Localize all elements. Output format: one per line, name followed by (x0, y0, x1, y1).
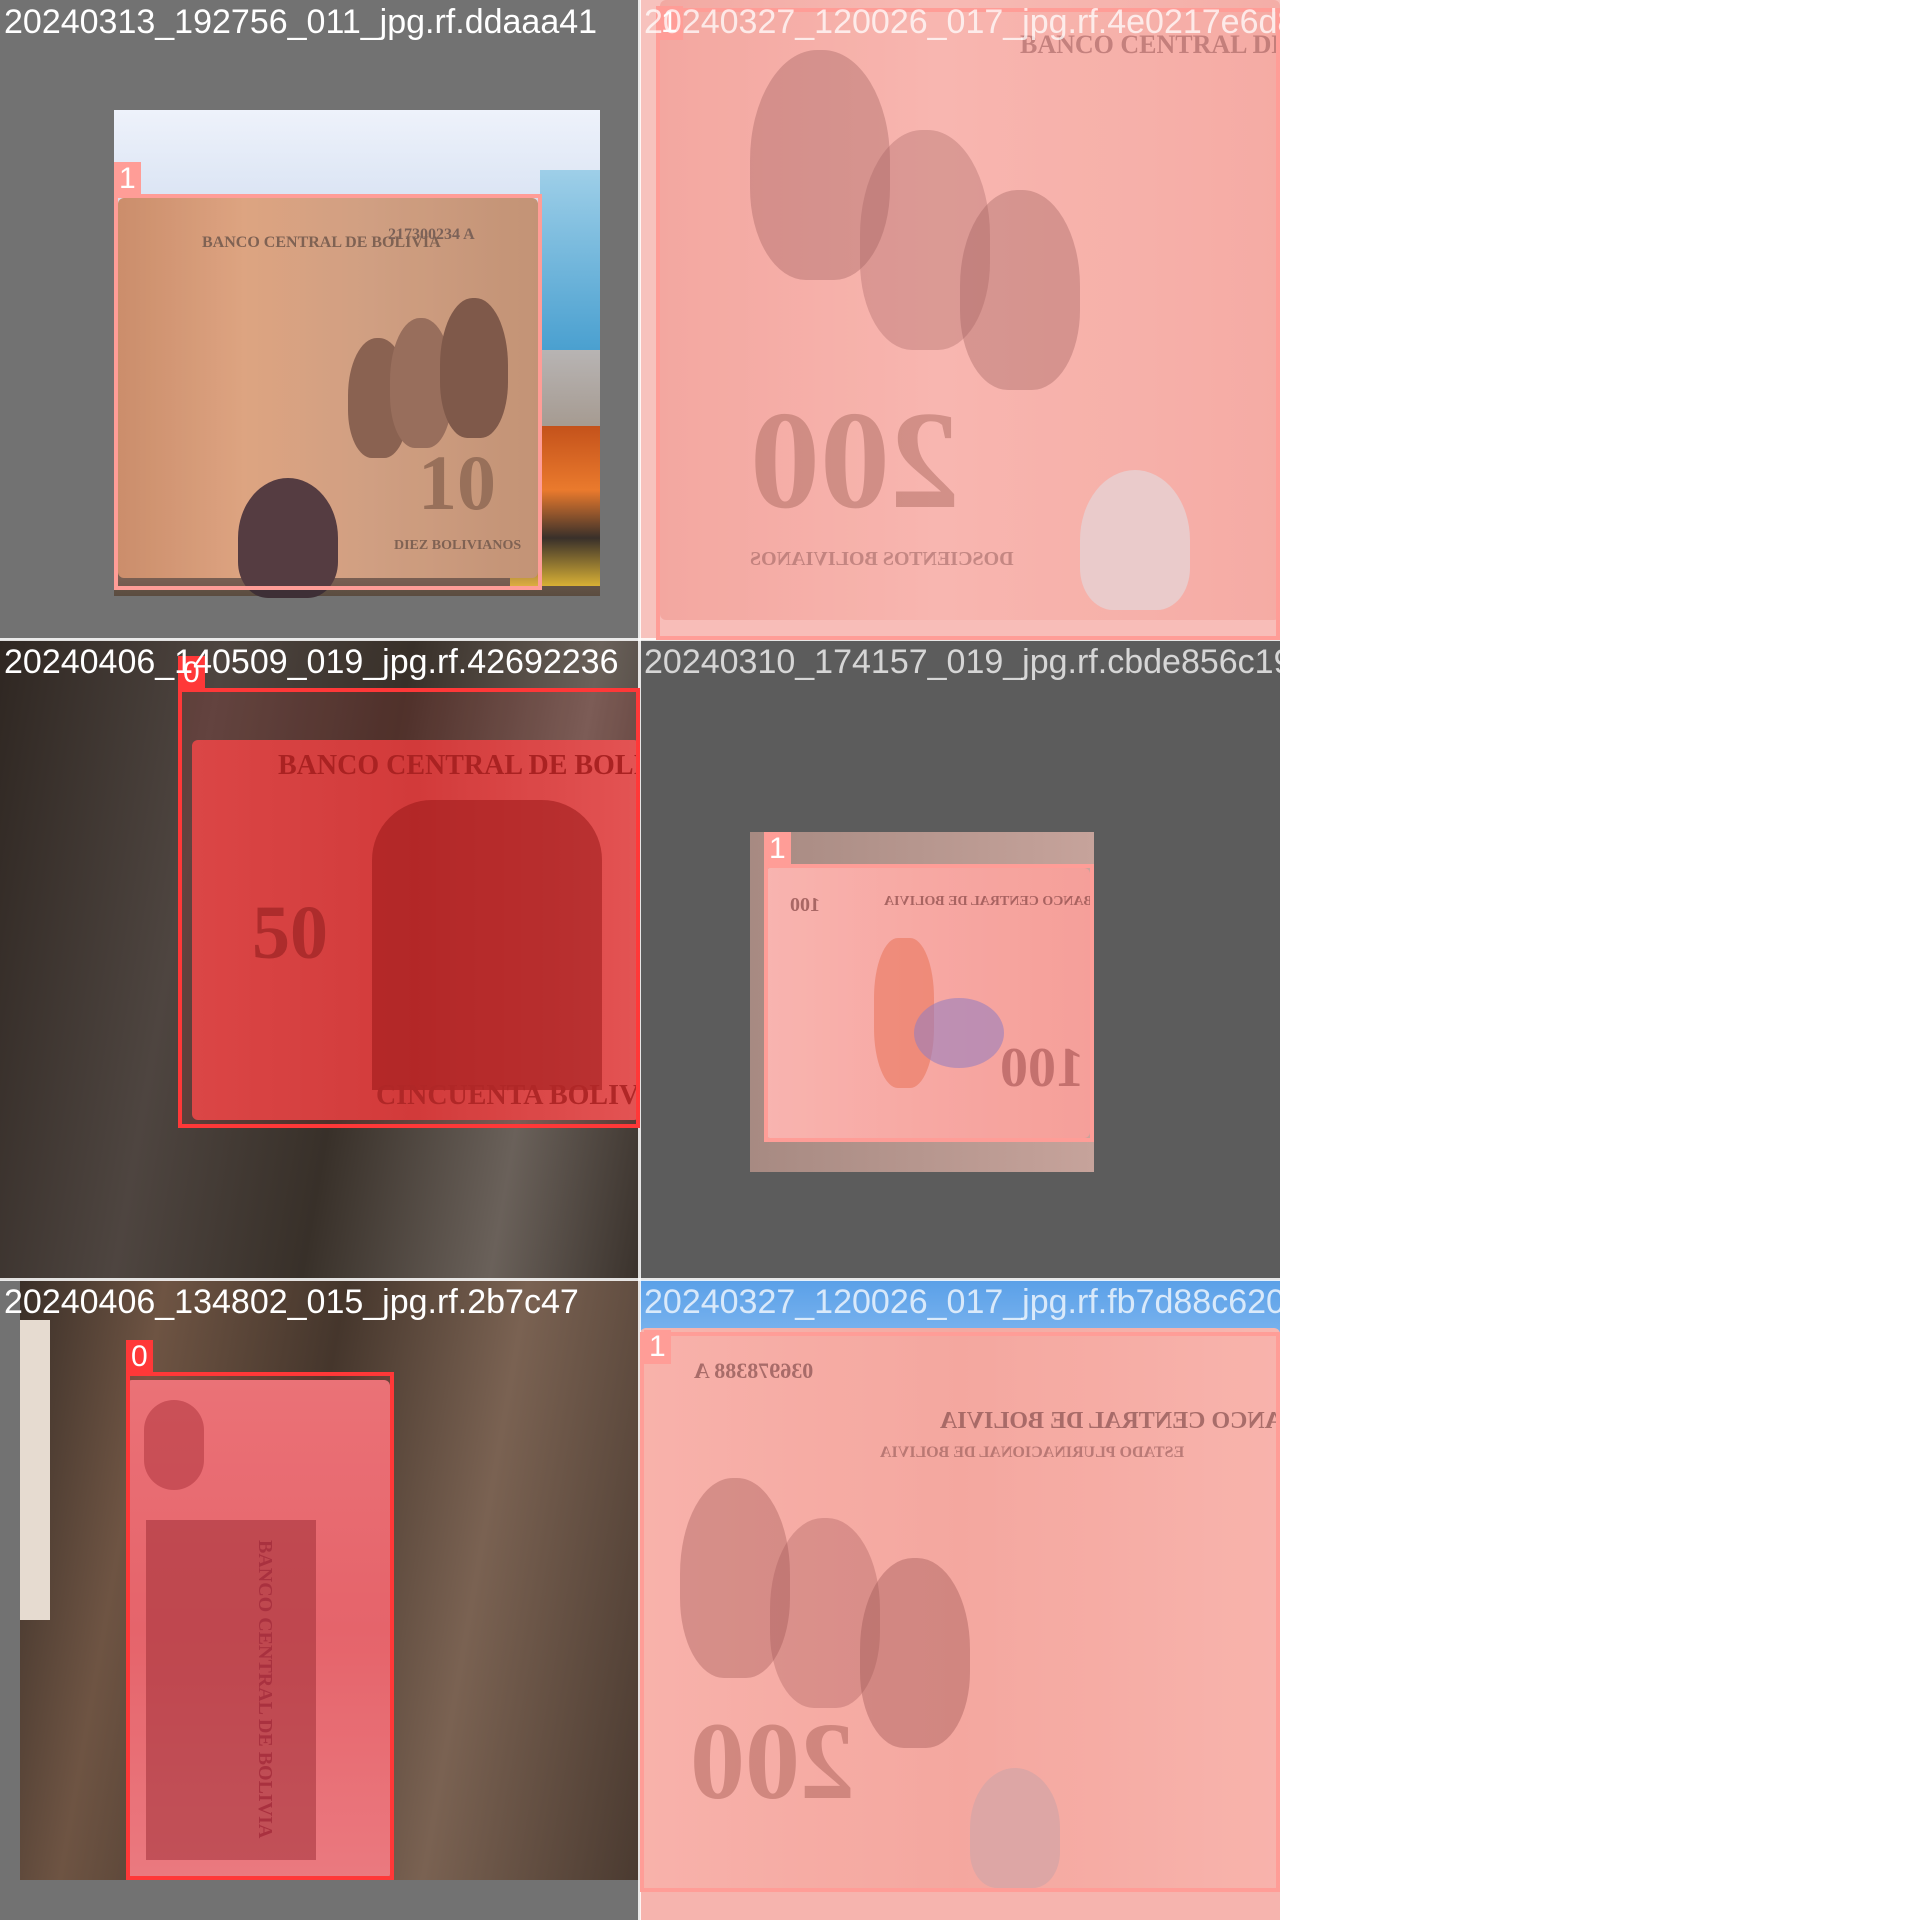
mosaic-tile: BANCO CENTRAL DE BOLIVIA 200 DOSCIENTOS … (640, 0, 1280, 640)
bounding-box: 0 (126, 1340, 394, 1880)
class-label: 1 (114, 162, 141, 196)
image-filename: 20240327_120026_017_jpg.rf.4e0217e6d8d5 (644, 3, 1335, 41)
class-label: 0 (126, 1340, 153, 1374)
class-label: 1 (644, 1330, 671, 1364)
mosaic-tile: 036978388 A BANCO CENTRAL DE BOLIVIA EST… (640, 1280, 1280, 1920)
mosaic-tile: BANCO CENTRAL DE BOLIVIA 100 100 1 (640, 640, 1280, 1280)
image-filename: 20240313_192756_011_jpg.rf.ddaaa41 (4, 3, 598, 41)
image-filename: 20240327_120026_017_jpg.rf.fb7d88c620465 (644, 1283, 1342, 1321)
mosaic-tile: BANCO CENTRAL DE BOLIVIA 0 (0, 1280, 640, 1920)
mosaic-tile: BANCO CENTRAL DE BOLIVIA 50 CINCUENTA BO… (0, 640, 640, 1280)
bounding-box: 1 (114, 162, 542, 590)
image-filename: 20240406_134802_015_jpg.rf.2b7c47 (4, 1283, 579, 1321)
bounding-box: 0 (178, 656, 640, 1128)
image-filename: 20240406_140509_019_jpg.rf.42692236 (4, 643, 619, 681)
class-label: 1 (764, 832, 791, 866)
tile-divider (0, 1278, 1280, 1281)
bounding-box: 1 (764, 832, 1094, 1142)
image-filename: 20240310_174157_019_jpg.rf.cbde856c191e5 (644, 643, 1350, 681)
mosaic-tile: BANCO CENTRAL DE BOLIVIA 217300234 A 10 … (0, 0, 640, 640)
bounding-box: 1 (640, 1330, 1280, 1892)
bounding-box: 1 (656, 6, 1280, 640)
